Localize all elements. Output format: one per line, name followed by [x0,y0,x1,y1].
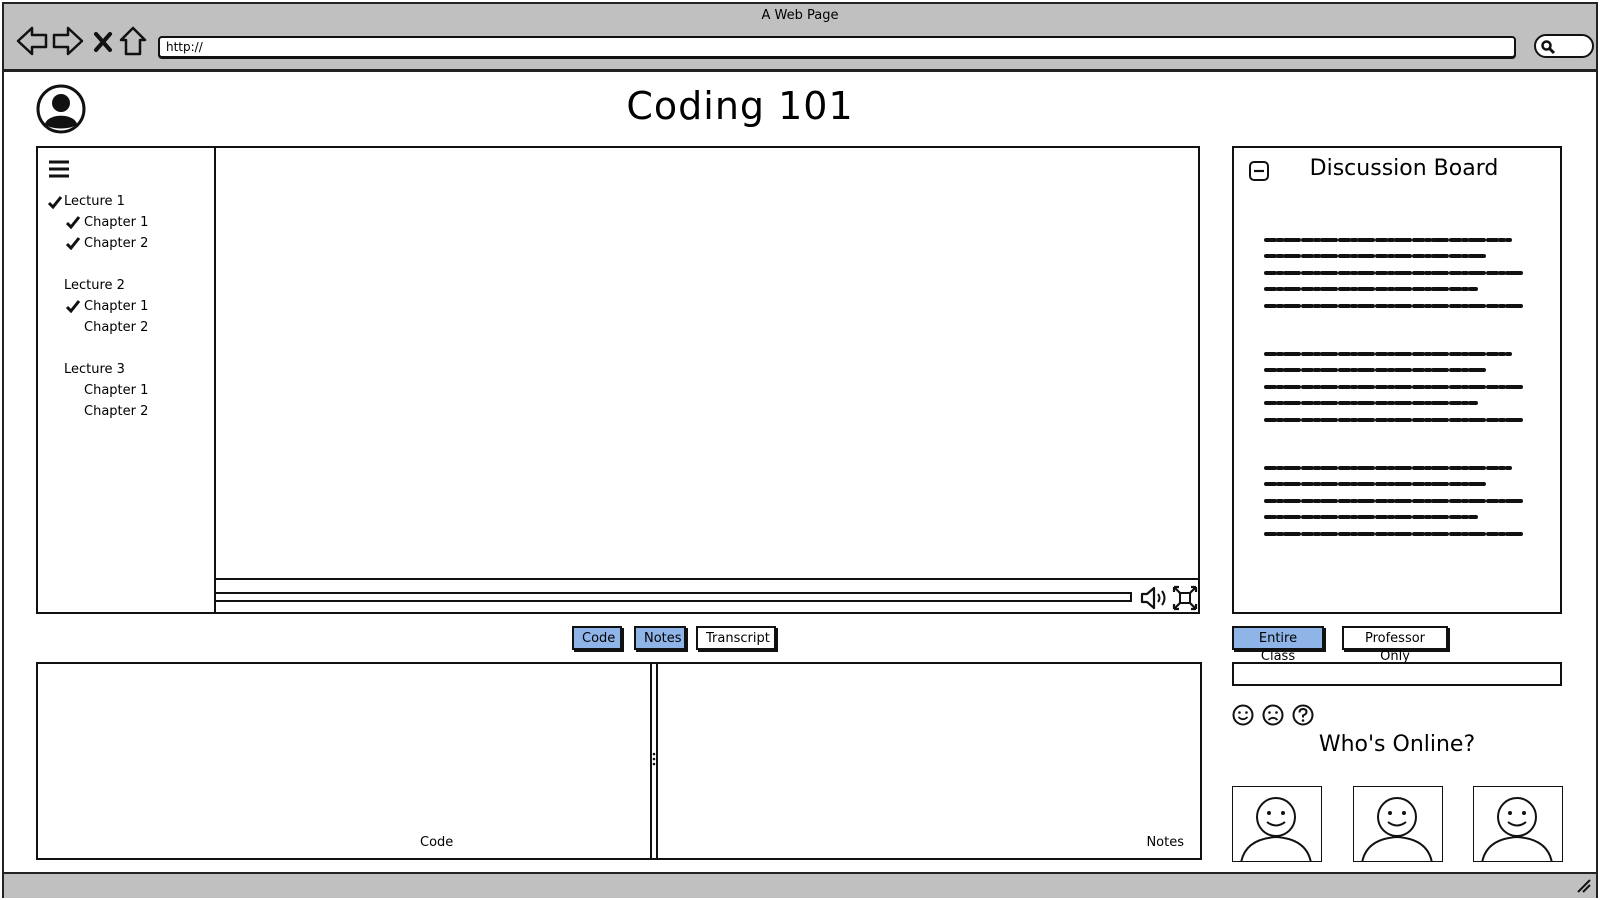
notes-pane-label: Notes [1146,835,1184,850]
status-bar [4,872,1596,898]
sidebar-lecture-3[interactable]: Lecture 3 [64,362,125,377]
check-icon [66,300,80,313]
discussion-title: Discussion Board [1309,156,1499,181]
audience-entire-class-button[interactable]: Entire Class [1232,626,1324,664]
code-editor[interactable]: Code [36,662,652,860]
fullscreen-icon[interactable] [1172,585,1198,611]
page-title: Coding 101 [626,84,854,128]
search-icon [1541,40,1556,55]
user-avatar-icon [1361,797,1433,861]
url-field[interactable]: http:// [158,36,1516,58]
check-icon [48,196,62,209]
tab-code[interactable]: Code [572,626,622,650]
home-icon[interactable] [118,24,148,58]
resize-grip-icon[interactable] [1576,878,1592,894]
forward-icon[interactable] [52,24,84,58]
sidebar-lecture-2-chapter-2[interactable]: Chapter 2 [84,320,148,335]
user-avatar-icon [1240,797,1312,861]
sidebar-lecture-1-chapter-1[interactable]: Chapter 1 [84,215,148,230]
lecture-sidebar: Lecture 1 Chapter 1 Chapter 2 Lecture 2 … [36,146,216,614]
sidebar-lecture-3-chapter-1[interactable]: Chapter 1 [84,383,148,398]
menu-icon[interactable] [48,160,70,178]
discussion-post [1264,352,1526,422]
window-title: A Web Page [761,8,839,23]
browser-search-field[interactable] [1534,34,1594,58]
whos-online-heading: Who's Online? [1318,732,1476,757]
browser-toolbar: A Web Page http:// [4,4,1596,72]
discussion-post [1264,466,1526,536]
online-user-avatar[interactable] [1232,786,1322,862]
frown-icon[interactable] [1262,704,1284,726]
sidebar-lecture-1-chapter-2[interactable]: Chapter 2 [84,236,148,251]
discussion-post [1264,238,1526,308]
smile-icon[interactable] [1232,704,1254,726]
help-icon[interactable] [1292,704,1314,726]
tab-transcript[interactable]: Transcript [696,626,776,650]
sidebar-lecture-1[interactable]: Lecture 1 [64,194,125,209]
volume-icon[interactable] [1140,585,1168,611]
notes-editor[interactable]: Notes [656,662,1202,860]
sidebar-lecture-2-chapter-1[interactable]: Chapter 1 [84,299,148,314]
code-pane-label: Code [420,835,454,850]
video-player[interactable] [216,146,1200,614]
tab-notes[interactable]: Notes [634,626,686,650]
audience-professor-only-button[interactable]: Professor Only [1342,626,1448,664]
check-icon [66,216,80,229]
sidebar-lecture-3-chapter-2[interactable]: Chapter 2 [84,404,148,419]
user-avatar-icon [1481,797,1553,861]
online-user-avatar[interactable] [1473,786,1563,862]
discussion-message-input[interactable] [1232,662,1562,686]
online-user-avatar[interactable] [1353,786,1443,862]
back-icon[interactable] [16,24,48,58]
sidebar-lecture-2[interactable]: Lecture 2 [64,278,125,293]
video-progress-bar[interactable] [216,592,1132,602]
check-icon [66,237,80,250]
stop-icon[interactable] [92,24,114,58]
discussion-board: Discussion Board [1232,146,1562,614]
video-controls [216,578,1200,614]
